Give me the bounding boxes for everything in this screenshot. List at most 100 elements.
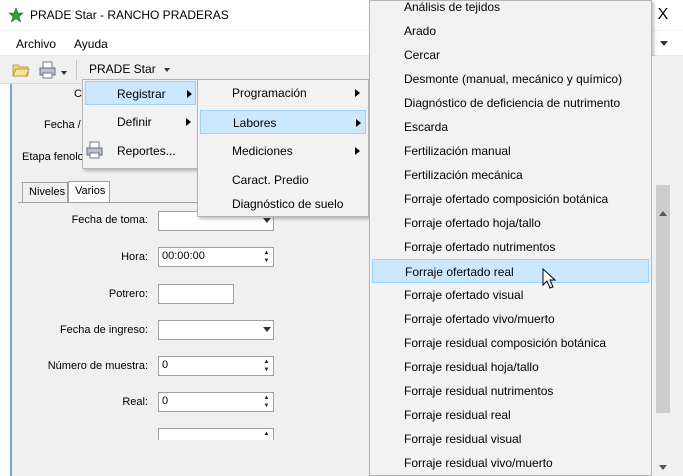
menu-item-labor[interactable]: Diagnóstico de deficiencia de nutrimento — [372, 91, 649, 115]
close-window-button[interactable]: X — [652, 4, 674, 26]
fecha-toma-label: Fecha de toma: — [71, 214, 148, 226]
menu-item-label: Arado — [404, 24, 437, 38]
menu-item-label: Forraje ofertado composición botánica — [404, 192, 609, 206]
menu-item-labor[interactable]: Forraje ofertado visual — [372, 283, 649, 307]
menu-item-definir[interactable]: Definir — [85, 110, 196, 134]
labores-submenu: Análisis de tejidos Arado Cercar Desmonte (… — [369, 0, 652, 476]
open-folder-icon — [12, 64, 30, 77]
menu-item-labor[interactable]: Forraje residual vivo/muerto — [372, 451, 649, 475]
menu-item-diagnostico-suelo[interactable]: Diagnóstico de suelo — [200, 192, 366, 216]
menu-item-label: Forraje ofertado visual — [404, 288, 524, 302]
chevron-down-icon — [263, 327, 271, 332]
chevron-right-icon — [355, 147, 360, 155]
spinner-icon[interactable]: ▲ ▼ — [261, 249, 272, 265]
spinner-icon[interactable]: ▲ ▼ — [261, 394, 272, 410]
menu-item-label: Forraje residual hoja/tallo — [404, 360, 539, 374]
potrero-label: Potrero: — [108, 288, 148, 300]
open-button[interactable] — [10, 59, 32, 81]
chevron-up-icon — [659, 211, 667, 216]
real-field[interactable]: 0 ▲ ▼ — [158, 392, 274, 412]
tab-niveles[interactable]: Niveles — [22, 182, 68, 202]
menu-item-labor[interactable]: Desmonte (manual, mecánico y químico) — [372, 67, 649, 91]
menu-ayuda[interactable]: Ayuda — [70, 37, 112, 51]
hora-label: Hora: — [121, 251, 148, 263]
menu-item-reportes[interactable]: Reportes... — [85, 139, 196, 163]
spinner-icon[interactable]: ▲ — [261, 430, 272, 446]
menu-item-label: Desmonte (manual, mecánico y químico) — [404, 72, 623, 86]
menu-item-labor[interactable]: Forraje ofertado vivo/muerto — [372, 307, 649, 331]
menu-item-labor[interactable]: Fertilización mecánica — [372, 163, 649, 187]
next-field-partial[interactable]: ▲ — [158, 428, 274, 440]
menu-item-label: Análisis de tejidos — [404, 0, 501, 14]
menu-item-label: Forraje residual real — [404, 408, 511, 422]
menu-item-label: Fertilización manual — [404, 144, 511, 158]
menu-item-label: Forraje residual nutrimentos — [404, 384, 554, 398]
potrero-field[interactable] — [158, 284, 234, 304]
menu-item-labor[interactable]: Forraje residual visual — [372, 427, 649, 451]
partial-label-etapa: Etapa fenolo — [22, 151, 84, 163]
menu-item-label: Forraje residual visual — [404, 432, 522, 446]
menu-item-labor[interactable]: Análisis de tejidos — [372, 0, 649, 19]
menu-item-labor[interactable]: Forraje residual nutrimentos — [372, 379, 649, 403]
chevron-right-icon — [187, 90, 192, 98]
menu-item-label: Cercar — [404, 48, 441, 62]
numero-muestra-label: Número de muestra: — [47, 360, 148, 372]
partial-label-fecha: Fecha / — [44, 119, 81, 131]
menu-item-caract-predio[interactable]: Caract. Predio — [200, 168, 366, 192]
prade-star-label: PRADE Star — [89, 62, 156, 76]
chevron-right-icon — [356, 119, 361, 127]
prade-star-menu-button[interactable]: PRADE Star — [82, 58, 177, 80]
menu-item-labor[interactable]: Arado — [372, 19, 649, 43]
menu-item-label: Forraje ofertado nutrimentos — [404, 240, 556, 254]
menu-item-labor[interactable]: Forraje residual hoja/tallo — [372, 355, 649, 379]
menu-item-label: Escarda — [404, 120, 449, 134]
scroll-up-button[interactable] — [656, 208, 670, 220]
menu-item-label: Forraje residual composición botánica — [404, 336, 607, 350]
chevron-down-icon — [61, 71, 67, 75]
toolbar-separator — [76, 60, 77, 80]
fecha-ingreso-field[interactable] — [158, 320, 274, 340]
spinner-icon[interactable]: ▲ ▼ — [261, 358, 272, 374]
partial-label: C — [74, 88, 82, 100]
close-icon: X — [657, 6, 669, 23]
numero-muestra-field[interactable]: 0 ▲ ▼ — [158, 356, 274, 376]
menubar-overflow[interactable] — [652, 35, 676, 53]
menu-item-labor[interactable]: Fertilización manual — [372, 139, 649, 163]
menu-item-labor[interactable]: Forraje residual composición botánica — [372, 331, 649, 355]
menu-item-labores[interactable]: Labores — [200, 110, 366, 134]
menu-item-labor[interactable]: Escarda — [372, 115, 649, 139]
star-app-icon — [8, 7, 24, 23]
hora-field[interactable]: 00:00:00 ▲ ▼ — [158, 247, 274, 267]
menu-item-labor[interactable]: Forraje ofertado nutrimentos — [372, 235, 649, 259]
menu-item-registrar[interactable]: Registrar — [85, 81, 196, 105]
mouse-cursor-icon — [542, 268, 557, 289]
menu-item-labor[interactable]: Forraje ofertado hoja/tallo — [372, 211, 649, 235]
printer-icon — [86, 141, 103, 159]
menu-item-label: Forraje residual vivo/muerto — [404, 456, 553, 470]
chevron-right-icon — [186, 118, 191, 126]
window-title: PRADE Star - RANCHO PRADERAS — [30, 8, 229, 22]
menu-item-labor[interactable]: Forraje ofertado composición botánica — [372, 187, 649, 211]
menu-item-label: Forraje ofertado real — [405, 265, 514, 279]
menu-archivo[interactable]: Archivo — [12, 37, 60, 51]
prade-star-dropdown: Registrar Definir Reportes... — [82, 79, 198, 169]
menu-item-label: Diagnóstico de deficiencia de nutrimento — [404, 96, 621, 110]
chevron-right-icon — [355, 89, 360, 97]
real-label: Real: — [122, 396, 148, 408]
menu-item-mediciones[interactable]: Mediciones — [200, 139, 366, 163]
scroll-down-button[interactable] — [656, 462, 670, 474]
chevron-down-icon — [164, 67, 171, 72]
chevron-down-icon — [263, 218, 271, 223]
fecha-ingreso-label: Fecha de ingreso: — [59, 324, 148, 336]
chevron-down-icon — [659, 465, 667, 470]
tab-varios[interactable]: Varios — [68, 181, 110, 203]
registrar-submenu: Programación Labores Mediciones Caract. … — [197, 79, 369, 217]
menu-item-label: Forraje ofertado vivo/muerto — [404, 312, 555, 326]
menu-item-label: Forraje ofertado hoja/tallo — [404, 216, 541, 230]
menu-item-labor[interactable]: Forraje residual real — [372, 403, 649, 427]
menu-item-programacion[interactable]: Programación — [200, 81, 366, 105]
menu-item-labor[interactable]: Forraje ofertado real — [372, 259, 649, 283]
menu-item-labor[interactable]: Cercar — [372, 43, 649, 67]
menu-item-label: Fertilización mecánica — [404, 168, 523, 182]
print-button[interactable] — [36, 59, 70, 81]
